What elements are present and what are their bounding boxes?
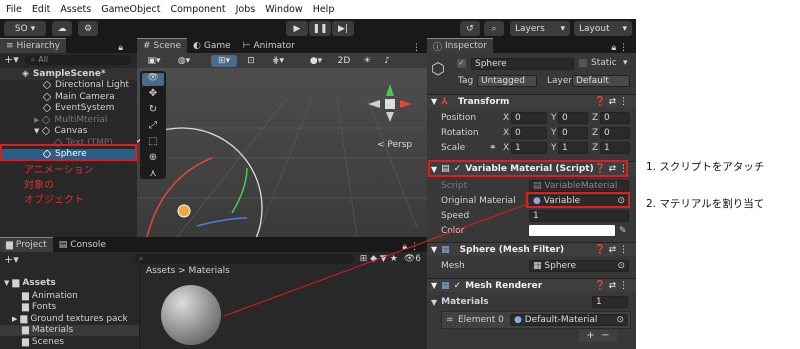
annotation-arrows [223,202,531,317]
note-step1: 1. スクリプトをアタッチ [646,161,765,173]
note-step2: 2. マテリアルを割り当て [646,198,765,210]
arrow-line [223,202,531,317]
